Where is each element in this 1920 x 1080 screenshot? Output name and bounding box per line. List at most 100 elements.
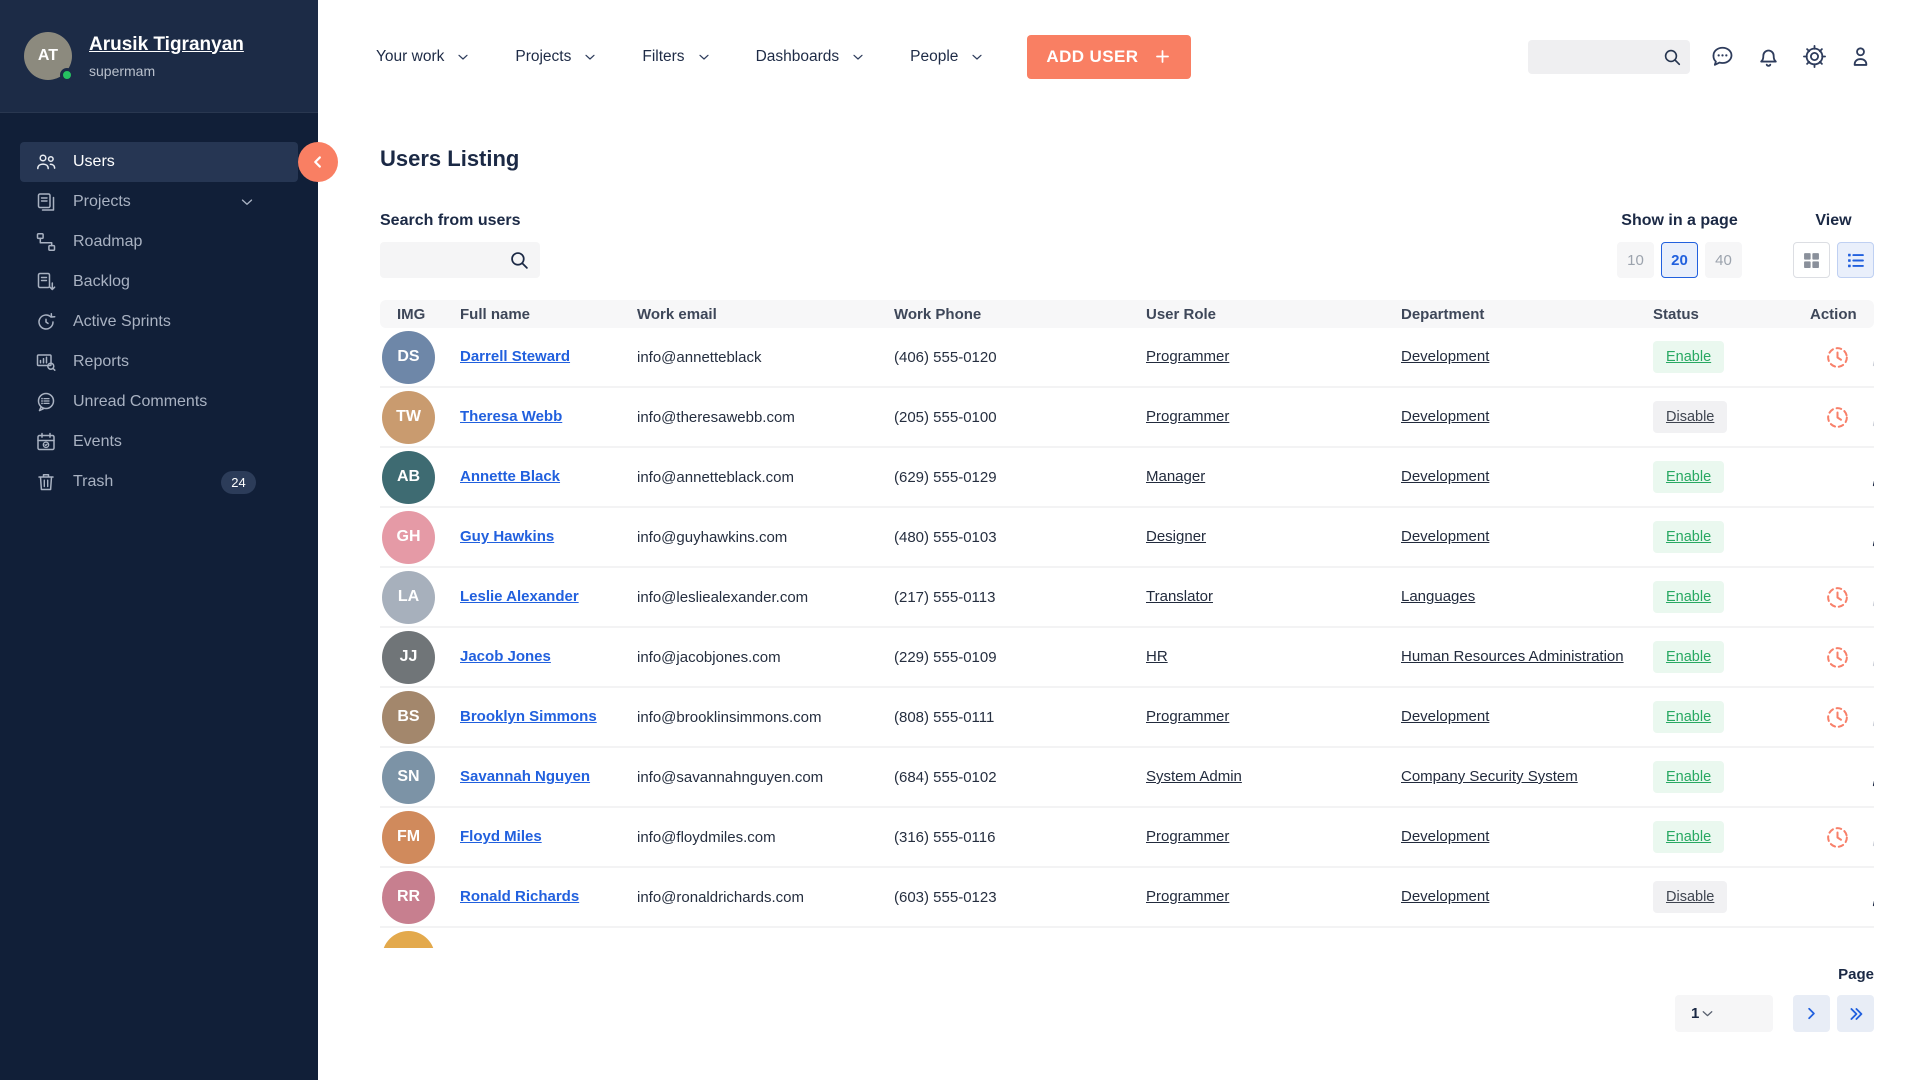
status-badge[interactable]: Enable <box>1653 701 1724 733</box>
user-role-link[interactable]: Programmer <box>1146 408 1229 425</box>
sidebar-item-reports[interactable]: Reports <box>20 342 298 382</box>
department-link[interactable]: Development <box>1401 528 1489 545</box>
user-name-link[interactable]: Darrell Steward <box>460 348 570 365</box>
sidebar-item-roadmap[interactable]: Roadmap <box>20 222 298 262</box>
sidebar-item-events[interactable]: Events <box>20 422 298 462</box>
notifications-button[interactable] <box>1755 43 1782 70</box>
grid-view-button[interactable] <box>1793 242 1830 278</box>
sidebar-item-backlog[interactable]: Backlog <box>20 262 298 302</box>
avatar-initials: SN <box>397 768 419 786</box>
global-search-input[interactable] <box>1528 40 1753 74</box>
avatar[interactable]: AT <box>24 32 72 80</box>
department-link[interactable]: Development <box>1401 408 1489 425</box>
status-badge[interactable]: Enable <box>1653 341 1724 373</box>
list-view-button[interactable] <box>1837 242 1874 278</box>
sidebar-item-trash[interactable]: Trash 24 <box>20 462 298 502</box>
sidebar-collapse-button[interactable] <box>298 142 338 182</box>
work-email: info@annetteblack.com <box>637 469 894 486</box>
next-page-button[interactable] <box>1793 995 1830 1032</box>
department-link[interactable]: Languages <box>1401 588 1475 605</box>
sidebar-item-users[interactable]: Users <box>20 142 298 182</box>
profile-name-link[interactable]: Arusik Tigranyan <box>89 34 244 56</box>
edit-icon[interactable] <box>1869 884 1874 911</box>
user-role-link[interactable]: System Admin <box>1146 768 1242 785</box>
user-name-link[interactable]: Leslie Alexander <box>460 588 579 605</box>
user-name-link[interactable]: Annette Black <box>460 468 560 485</box>
department-link[interactable]: Human Resources Administration <box>1401 648 1624 665</box>
department-link[interactable]: Development <box>1401 348 1489 365</box>
department-link[interactable]: Development <box>1401 828 1489 845</box>
user-role-link[interactable]: Programmer <box>1146 348 1229 365</box>
user-name-link[interactable]: Guy Hawkins <box>460 528 554 545</box>
status-badge[interactable]: Enable <box>1653 761 1724 793</box>
user-role-link[interactable]: HR <box>1146 648 1168 665</box>
user-role-link[interactable]: Translator <box>1146 588 1213 605</box>
user-role-link[interactable]: Programmer <box>1146 828 1229 845</box>
page-size-40-button[interactable]: 40 <box>1705 242 1742 278</box>
history-icon[interactable] <box>1824 404 1851 431</box>
status-badge[interactable]: Disable <box>1653 881 1727 913</box>
user-name-link[interactable]: Jacob Jones <box>460 648 551 665</box>
user-role-link[interactable]: Programmer <box>1146 708 1229 725</box>
page-size-20-button[interactable]: 20 <box>1661 242 1698 278</box>
history-icon[interactable] <box>1824 824 1851 851</box>
history-icon[interactable] <box>1824 704 1851 731</box>
status-badge[interactable]: Enable <box>1653 821 1724 853</box>
profile-section: AT Arusik Tigranyan supermam <box>0 0 318 113</box>
last-page-button[interactable] <box>1837 995 1874 1032</box>
user-role-link[interactable]: Programmer <box>1146 888 1229 905</box>
user-role-link[interactable]: Designer <box>1146 528 1206 545</box>
settings-button[interactable] <box>1801 43 1828 70</box>
col-full-name: Full name <box>460 306 637 323</box>
sidebar-item-label: Projects <box>73 193 131 211</box>
actions-cell <box>1810 344 1874 371</box>
search-icon[interactable] <box>506 247 532 273</box>
sidebar-item-unread-comments[interactable]: Unread Comments <box>20 382 298 422</box>
status-badge[interactable]: Enable <box>1653 521 1724 553</box>
user-name-link[interactable]: Theresa Webb <box>460 408 562 425</box>
edit-icon[interactable] <box>1869 464 1874 491</box>
nav-dashboards[interactable]: Dashboards <box>756 48 867 66</box>
user-name-link[interactable]: Ronald Richards <box>460 888 579 905</box>
search-icon[interactable] <box>1660 45 1684 69</box>
nav-projects[interactable]: Projects <box>515 48 598 66</box>
edit-icon[interactable] <box>1869 524 1874 551</box>
sidebar-item-projects[interactable]: Projects <box>20 182 298 222</box>
nav-your-work[interactable]: Your work <box>376 48 471 66</box>
user-role-link[interactable]: Manager <box>1146 468 1205 485</box>
department-link[interactable]: Development <box>1401 888 1489 905</box>
add-user-button[interactable]: ADD USER <box>1027 35 1191 79</box>
users-search-input[interactable] <box>380 242 607 278</box>
account-button[interactable] <box>1847 43 1874 70</box>
edit-icon[interactable] <box>1869 704 1874 731</box>
page-size-10-button[interactable]: 10 <box>1617 242 1654 278</box>
user-name-link[interactable]: Floyd Miles <box>460 828 542 845</box>
edit-icon[interactable] <box>1869 824 1874 851</box>
edit-icon[interactable] <box>1869 764 1874 791</box>
sidebar-item-label: Roadmap <box>73 233 142 251</box>
sidebar-item-label: Backlog <box>73 273 130 291</box>
status-badge[interactable]: Enable <box>1653 581 1724 613</box>
edit-icon[interactable] <box>1869 644 1874 671</box>
nav-filters[interactable]: Filters <box>642 48 711 66</box>
edit-icon[interactable] <box>1869 404 1874 431</box>
department-link[interactable]: Development <box>1401 708 1489 725</box>
status-badge[interactable]: Enable <box>1653 641 1724 673</box>
reports-icon <box>34 350 58 374</box>
top-right-controls <box>1528 40 1874 74</box>
nav-people[interactable]: People <box>910 48 985 66</box>
history-icon[interactable] <box>1824 644 1851 671</box>
edit-icon[interactable] <box>1869 344 1874 371</box>
status-badge[interactable]: Disable <box>1653 401 1727 433</box>
user-name-link[interactable]: Savannah Nguyen <box>460 768 590 785</box>
department-link[interactable]: Development <box>1401 468 1489 485</box>
user-name-link[interactable]: Brooklyn Simmons <box>460 708 597 725</box>
page-select-dropdown[interactable]: 1 <box>1675 995 1773 1032</box>
history-icon[interactable] <box>1824 584 1851 611</box>
chevron-down-icon <box>455 49 471 65</box>
history-icon[interactable] <box>1824 344 1851 371</box>
department-link[interactable]: Company Security System <box>1401 768 1578 785</box>
edit-icon[interactable] <box>1869 584 1874 611</box>
status-badge[interactable]: Enable <box>1653 461 1724 493</box>
sidebar-item-active-sprints[interactable]: Active Sprints <box>20 302 298 342</box>
